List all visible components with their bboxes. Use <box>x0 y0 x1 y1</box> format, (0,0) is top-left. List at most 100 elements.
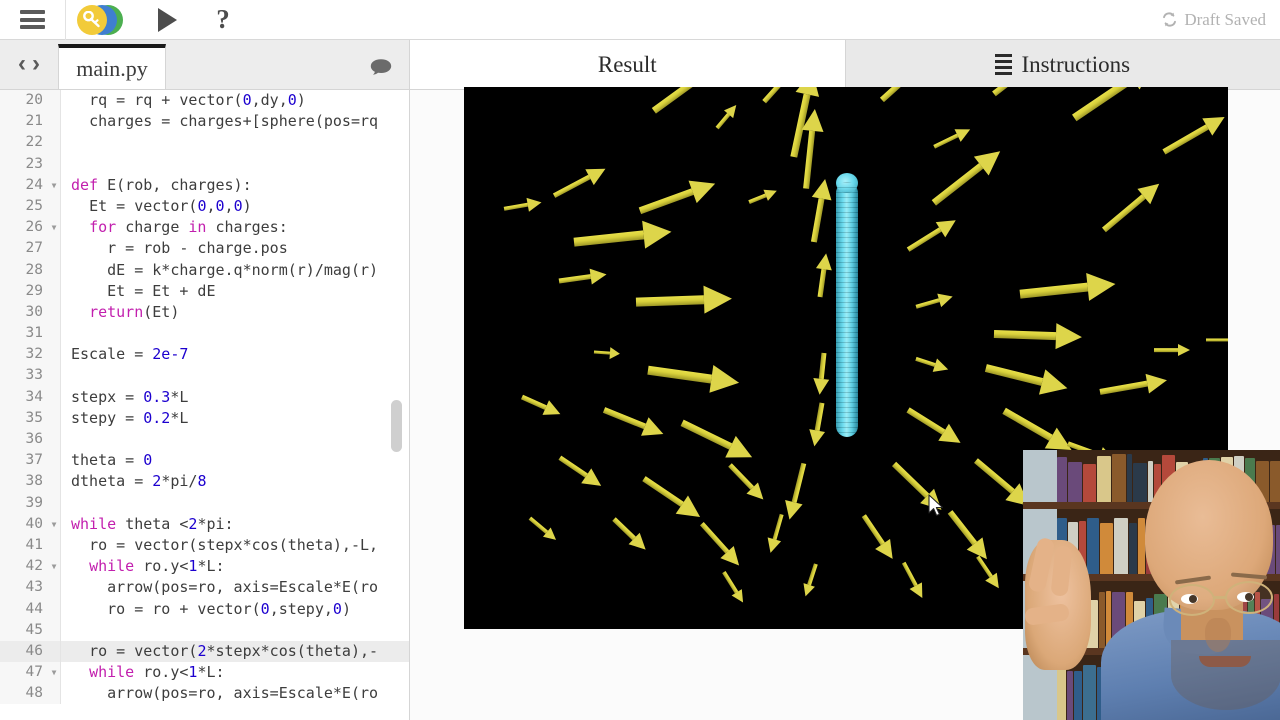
glowscript-logo[interactable] <box>66 0 136 40</box>
code-line[interactable]: 40 ▼ while theta <2*pi: <box>0 513 410 535</box>
arrow-shaft <box>985 363 1044 386</box>
nav-next-button[interactable]: › <box>32 52 40 76</box>
arrow-head <box>811 378 830 396</box>
code-line[interactable]: 22 <box>0 132 410 154</box>
fold-spacer <box>48 90 60 112</box>
code-line[interactable]: 30 return(Et) <box>0 301 410 324</box>
code-line[interactable]: 45 <box>0 619 410 641</box>
book <box>1270 461 1280 502</box>
fold-spacer <box>48 683 60 705</box>
arrow-shaft <box>558 455 589 478</box>
code-line[interactable]: 37 theta = 0 <box>0 450 410 472</box>
arrow-head <box>1178 344 1190 356</box>
line-number: 20 <box>0 90 48 112</box>
code-line[interactable]: 31 <box>0 323 410 345</box>
code-line-text: Et = Et + dE <box>61 281 215 302</box>
code-line[interactable]: 44 ro = ro + vector(0,stepy,0) <box>0 598 410 620</box>
code-line[interactable]: 26 ▼ for charge in charges: <box>0 217 410 239</box>
code-line[interactable]: 32 Escale = 2e-7 <box>0 344 410 366</box>
code-line[interactable]: 21 charges = charges+[sphere(pos=rq <box>0 111 410 133</box>
arrow-shaft <box>558 274 592 284</box>
book <box>1087 518 1099 574</box>
hamburger-menu-button[interactable] <box>0 0 66 40</box>
editor-scrollbar-thumb[interactable] <box>391 400 402 452</box>
code-line[interactable]: 34 stepx = 0.3*L <box>0 386 410 408</box>
code-token: ) <box>341 599 351 618</box>
field-arrow <box>552 160 610 199</box>
fold-spacer <box>48 407 60 429</box>
presenter-webcam-overlay[interactable] <box>1023 450 1280 720</box>
line-number: 47 <box>0 662 48 684</box>
charged-rod-cylinder <box>836 173 858 437</box>
code-line[interactable]: 36 <box>0 429 410 451</box>
code-line[interactable]: 20 rq = rq + vector(0,dy,0) <box>0 90 410 112</box>
field-arrow <box>932 122 974 150</box>
field-arrow <box>905 406 966 452</box>
code-line[interactable]: 43 arrow(pos=ro, axis=Escale*E(ro <box>0 577 410 599</box>
arrow-shaft <box>879 87 923 103</box>
code-line[interactable]: 29 Et = Et + dE <box>0 280 410 302</box>
editor-scrollbar[interactable] <box>391 90 402 720</box>
code-token: 0 <box>287 91 297 109</box>
code-fold-toggle-icon[interactable]: ▼ <box>48 217 60 239</box>
help-button[interactable]: ? <box>198 0 248 40</box>
run-program-button[interactable] <box>136 0 198 40</box>
eyeglass-bridge <box>1213 596 1227 599</box>
field-arrow <box>781 462 809 522</box>
code-line-text: r = rob - charge.pos <box>61 238 288 259</box>
code-line-text: return(Et) <box>61 302 179 323</box>
speech-bubble-icon[interactable] <box>370 58 392 75</box>
code-line[interactable]: 27 r = rob - charge.pos <box>0 238 410 260</box>
code-line-text: while theta <2*pi: <box>61 514 234 535</box>
code-fold-toggle-icon[interactable]: ▼ <box>48 662 60 684</box>
field-arrow <box>638 172 720 217</box>
code-line[interactable]: 39 <box>0 492 410 514</box>
code-line[interactable]: 48 arrow(pos=ro, axis=Escale*E(ro <box>0 683 410 705</box>
code-line[interactable]: 46 ro = vector(2*stepx*cos(theta),- <box>0 640 410 663</box>
draft-saved-label: Draft Saved <box>1184 9 1266 29</box>
tab-result[interactable]: Result <box>410 40 845 89</box>
code-line[interactable]: 42 ▼ while ro.y<1*L: <box>0 556 410 578</box>
tab-main-py[interactable]: main.py <box>58 44 166 89</box>
code-line-text: Et = vector(0,0,0) <box>61 196 252 217</box>
code-editor-pane: ‹ › main.py 20 rq = rq + vector(0,dy,0) 2… <box>0 40 410 720</box>
field-arrow <box>975 555 1006 592</box>
code-token: charges: <box>215 218 288 237</box>
code-line[interactable]: 23 <box>0 153 410 175</box>
fold-spacer <box>48 640 60 663</box>
code-line[interactable]: 24 ▼ def E(rob, charges): <box>0 174 410 196</box>
code-token: charges = charges+[sphere(pos=rq <box>89 112 379 131</box>
tab-instructions[interactable]: Instructions <box>844 40 1280 89</box>
field-arrow <box>1001 406 1078 461</box>
code-line[interactable]: 25 Et = vector(0,0,0) <box>0 195 410 218</box>
code-fold-toggle-icon[interactable]: ▼ <box>48 513 60 535</box>
fold-spacer <box>48 492 60 514</box>
arrow-head <box>703 284 733 314</box>
field-arrow <box>815 252 835 298</box>
code-line[interactable]: 28 dE = k*charge.q*norm(r)/mag(r) <box>0 259 410 281</box>
arrow-shaft <box>552 174 591 198</box>
code-line[interactable]: 38 dtheta = 2*pi/8 <box>0 471 410 493</box>
code-line-text: charges = charges+[sphere(pos=rq <box>61 111 378 132</box>
arrow-head <box>932 358 951 376</box>
code-line[interactable]: 35 stepy = 0.2*L <box>0 407 410 429</box>
code-text-area[interactable]: 20 rq = rq + vector(0,dy,0) 21 charges = … <box>0 90 410 720</box>
code-line[interactable]: 47 ▼ while ro.y<1*L: <box>0 662 410 684</box>
code-fold-toggle-icon[interactable]: ▼ <box>48 174 60 196</box>
arrow-shaft <box>651 87 712 115</box>
line-number: 25 <box>0 195 48 218</box>
code-fold-toggle-icon[interactable]: ▼ <box>48 556 60 578</box>
fold-spacer <box>48 153 60 175</box>
code-line[interactable]: 41 ro = vector(stepx*cos(theta),-L, <box>0 534 410 557</box>
arrow-shaft <box>699 521 730 554</box>
field-arrow <box>915 289 955 310</box>
code-token: 2e-7 <box>152 345 189 364</box>
nav-prev-button[interactable]: ‹ <box>18 52 26 76</box>
book <box>1083 665 1096 720</box>
field-arrow <box>946 509 995 566</box>
eyeglass-lens-left <box>1169 584 1215 616</box>
book <box>1068 462 1082 502</box>
field-arrow <box>1154 344 1190 356</box>
code-line[interactable]: 33 <box>0 365 410 387</box>
arrow-shaft <box>503 202 529 211</box>
